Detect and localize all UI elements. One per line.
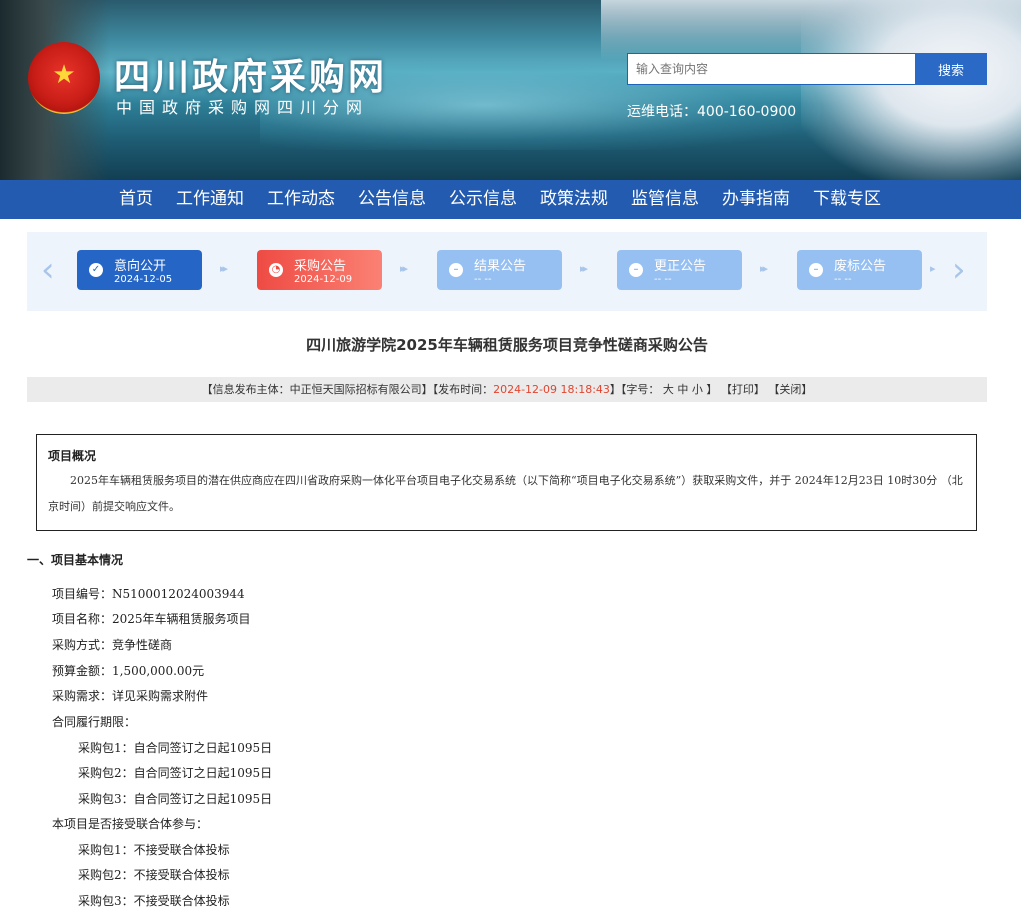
- nav-item-supervision[interactable]: 监管信息: [620, 180, 710, 219]
- contract-term-item: 采购包2：自合同签订之日起1095日: [78, 766, 273, 780]
- step-intent-disclosure[interactable]: ✓ 意向公开 2024-12-05: [77, 250, 202, 290]
- step-label: 意向公开: [114, 259, 167, 274]
- search-input[interactable]: [627, 53, 915, 85]
- chevron-right-icon[interactable]: ›: [952, 252, 966, 288]
- overview-text: 2025年车辆租赁服务项目的潜在供应商应在四川省政府采购一体化平台项目电子化交易…: [48, 474, 963, 513]
- step-cancellation-notice[interactable]: – 废标公告 -- --: [797, 250, 922, 290]
- section-heading: 一、项目基本情况: [27, 553, 124, 567]
- banner-snow-right: [801, 0, 1021, 180]
- consortium-label: 本项目是否接受联合体参与：: [52, 817, 209, 831]
- step-connector-icon: ▸▸: [580, 262, 588, 275]
- font-size-end: 】: [706, 383, 718, 396]
- chevron-left-icon[interactable]: ‹: [41, 252, 55, 288]
- contract-term-item: 采购包3：自合同签订之日起1095日: [78, 792, 273, 806]
- project-number: 项目编号：N5100012024003944: [52, 587, 245, 601]
- article-title: 四川旅游学院2025年车辆租赁服务项目竞争性磋商采购公告: [306, 336, 708, 354]
- consortium-item: 采购包2：不接受联合体投标: [78, 868, 230, 882]
- close-link[interactable]: 【关闭】: [768, 383, 812, 396]
- check-icon: ✓: [89, 263, 103, 277]
- search-button[interactable]: 搜索: [915, 53, 987, 85]
- step-date: -- --: [474, 274, 492, 285]
- step-label: 废标公告: [834, 259, 887, 274]
- procurement-requirement: 采购需求：详见采购需求附件: [52, 689, 209, 703]
- process-steps: ‹ ✓ 意向公开 2024-12-05 ▸▸ ◔ 采购公告 2024-12-09…: [27, 232, 987, 311]
- step-date: -- --: [654, 274, 672, 285]
- article-info-bar: 【信息发布主体：中正恒天国际招标有限公司】【发布时间：2024-12-09 18…: [27, 377, 987, 402]
- font-size-label: 】【字号：: [609, 383, 660, 396]
- step-label: 结果公告: [474, 259, 527, 274]
- contract-term-item: 采购包1：自合同签订之日起1095日: [78, 741, 273, 755]
- step-result-notice[interactable]: – 结果公告 -- --: [437, 250, 562, 290]
- nav-item-home[interactable]: 首页: [108, 180, 164, 219]
- step-date: 2024-12-05: [114, 274, 173, 285]
- font-small-link[interactable]: 小: [692, 383, 703, 396]
- site-title: 四川政府采购网: [114, 57, 388, 98]
- nav-item-work-notice[interactable]: 工作通知: [165, 180, 255, 219]
- nav-item-guide[interactable]: 办事指南: [711, 180, 801, 219]
- hotline: 运维电话：400-160-0900: [627, 104, 797, 120]
- contract-term-label: 合同履行期限：: [52, 715, 137, 729]
- budget-amount: 预算金额：1,500,000.00元: [52, 664, 205, 678]
- step-connector-icon: ▸: [930, 262, 935, 275]
- nav-item-work-news[interactable]: 工作动态: [256, 180, 346, 219]
- project-overview-box: 项目概况 2025年车辆租赁服务项目的潜在供应商应在四川省政府采购一体化平台项目…: [36, 434, 977, 531]
- font-medium-link[interactable]: 中: [677, 383, 688, 396]
- minus-icon: –: [629, 263, 643, 277]
- consortium-item: 采购包3：不接受联合体投标: [78, 894, 230, 908]
- minus-icon: –: [449, 263, 463, 277]
- step-date: 2024-12-09: [294, 274, 353, 285]
- nav-item-policies[interactable]: 政策法规: [529, 180, 619, 219]
- header-banner: ★ 四川政府采购网 中国政府采购网四川分网 搜索 运维电话：400-160-09…: [0, 0, 1021, 180]
- font-large-link[interactable]: 大: [663, 383, 674, 396]
- step-correction-notice[interactable]: – 更正公告 -- --: [617, 250, 742, 290]
- nav-item-downloads[interactable]: 下载专区: [802, 180, 892, 219]
- clock-icon: ◔: [269, 263, 283, 277]
- print-link[interactable]: 【打印】: [721, 383, 765, 396]
- national-emblem-icon: ★: [28, 42, 100, 114]
- publisher-info: 【信息发布主体：中正恒天国际招标有限公司】【发布时间：: [201, 383, 494, 396]
- step-date: -- --: [834, 274, 852, 285]
- step-procurement-notice[interactable]: ◔ 采购公告 2024-12-09: [257, 250, 382, 290]
- main-nav: 首页 工作通知 工作动态 公告信息 公示信息 政策法规 监管信息 办事指南 下载…: [0, 180, 1021, 219]
- minus-icon: –: [809, 263, 823, 277]
- step-label: 采购公告: [294, 259, 347, 274]
- nav-item-announcements[interactable]: 公告信息: [347, 180, 437, 219]
- publish-time: 2024-12-09 18:18:43: [493, 383, 610, 396]
- step-label: 更正公告: [654, 259, 707, 274]
- nav-item-publicity[interactable]: 公示信息: [438, 180, 528, 219]
- procurement-method: 采购方式：竞争性磋商: [52, 638, 173, 652]
- consortium-item: 采购包1：不接受联合体投标: [78, 843, 230, 857]
- site-subtitle: 中国政府采购网四川分网: [116, 98, 370, 117]
- step-connector-icon: ▸▸: [220, 262, 228, 275]
- project-name: 项目名称：2025年车辆租赁服务项目: [52, 612, 251, 626]
- step-connector-icon: ▸▸: [760, 262, 768, 275]
- step-connector-icon: ▸▸: [400, 262, 408, 275]
- overview-heading: 项目概况: [48, 449, 97, 463]
